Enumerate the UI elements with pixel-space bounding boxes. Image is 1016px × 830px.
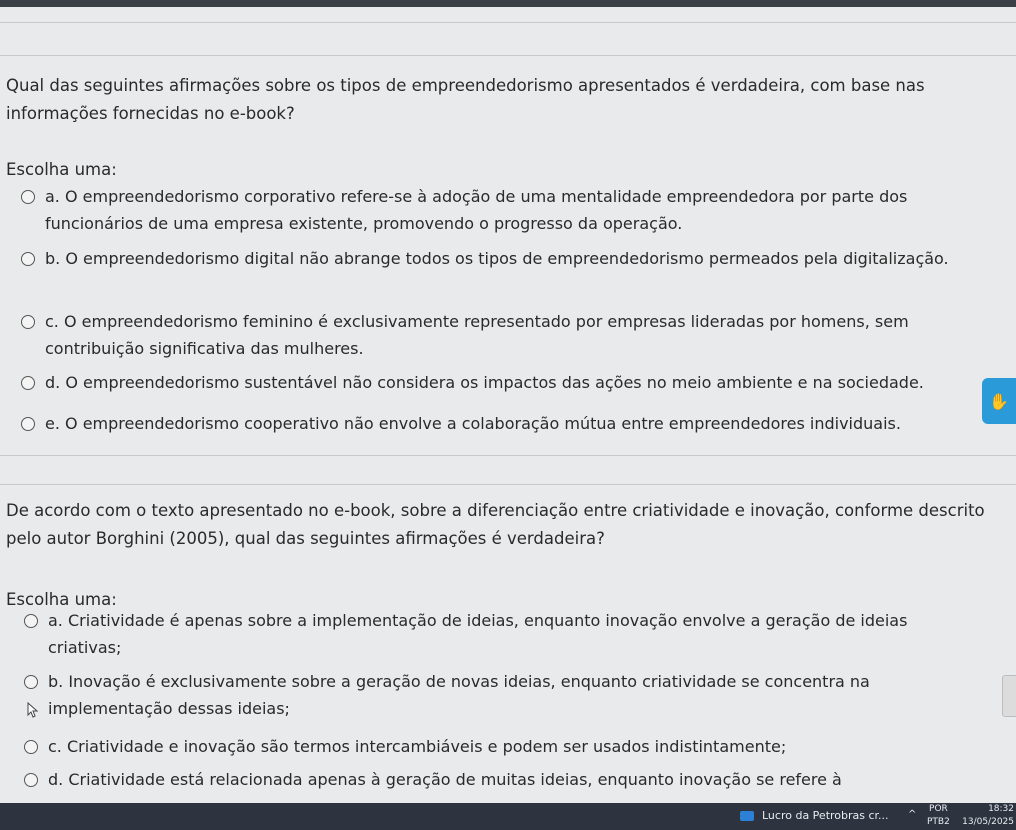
keyboard-language[interactable]: POR PTB2 [927,803,950,829]
question-2-text: De acordo com o texto apresentado no e-b… [6,501,985,548]
q1-option-e[interactable]: e. O empreendedorismo cooperativo não en… [21,410,976,437]
radio-button[interactable] [21,417,35,431]
q1-option-b[interactable]: b. O empreendedorismo digital não abrang… [21,245,971,272]
radio-button[interactable] [21,315,35,329]
divider [0,455,1016,456]
clock-time: 18:32 [988,804,1014,814]
sign-language-hands-icon: ✋ [989,391,1009,411]
radio-button[interactable] [24,773,38,787]
taskbar-clock[interactable]: 18:32 13/05/2025 [960,803,1014,829]
browser-top-strip [0,0,1016,7]
language-code: POR [929,804,948,814]
radio-button[interactable] [21,376,35,390]
q2-option-b[interactable]: b. Inovação é exclusivamente sobre a ger… [24,668,944,722]
radio-button[interactable] [24,740,38,754]
option-label: d. O empreendedorismo sustentável não co… [45,373,924,392]
scroll-handle[interactable] [1002,675,1016,717]
radio-button[interactable] [24,675,38,689]
mouse-cursor-icon [27,702,39,718]
option-label: c. Criatividade e inovação são termos in… [48,737,787,756]
option-label: a. Criatividade é apenas sobre a impleme… [48,611,908,657]
divider [0,22,1016,23]
accessibility-widget[interactable]: ✋ [982,378,1016,424]
radio-button[interactable] [24,614,38,628]
option-label: a. O empreendedorismo corporativo refere… [45,187,908,233]
radio-button[interactable] [21,190,35,204]
news-icon [740,810,754,821]
taskbar-news-item[interactable]: Lucro da Petrobras cr... [740,809,889,822]
question-1-choose-label: Escolha uma: [6,160,117,179]
divider [0,484,1016,485]
taskbar: Lucro da Petrobras cr... ^ POR PTB2 18:3… [0,803,1016,830]
radio-button[interactable] [21,252,35,266]
chevron-up-icon[interactable]: ^ [908,809,916,820]
option-label: b. O empreendedorismo digital não abrang… [45,249,949,268]
q1-option-d[interactable]: d. O empreendedorismo sustentável não co… [21,369,976,396]
q1-option-c[interactable]: c. O empreendedorismo feminino é exclusi… [21,308,971,362]
q2-option-a[interactable]: a. Criatividade é apenas sobre a impleme… [24,607,964,661]
clock-date: 13/05/2025 [962,817,1014,827]
taskbar-news-label: Lucro da Petrobras cr... [762,809,889,822]
keyboard-layout: PTB2 [927,817,950,827]
option-label: d. Criatividade está relacionada apenas … [48,770,842,789]
question-1-text: Qual das seguintes afirmações sobre os t… [6,76,925,123]
option-label: b. Inovação é exclusivamente sobre a ger… [48,672,870,718]
option-label: e. O empreendedorismo cooperativo não en… [45,414,901,433]
option-label: c. O empreendedorismo feminino é exclusi… [45,312,909,358]
q2-option-d[interactable]: d. Criatividade está relacionada apenas … [24,766,984,793]
q1-option-a[interactable]: a. O empreendedorismo corporativo refere… [21,183,971,237]
q2-option-c[interactable]: c. Criatividade e inovação são termos in… [24,733,964,760]
divider [0,55,1016,56]
